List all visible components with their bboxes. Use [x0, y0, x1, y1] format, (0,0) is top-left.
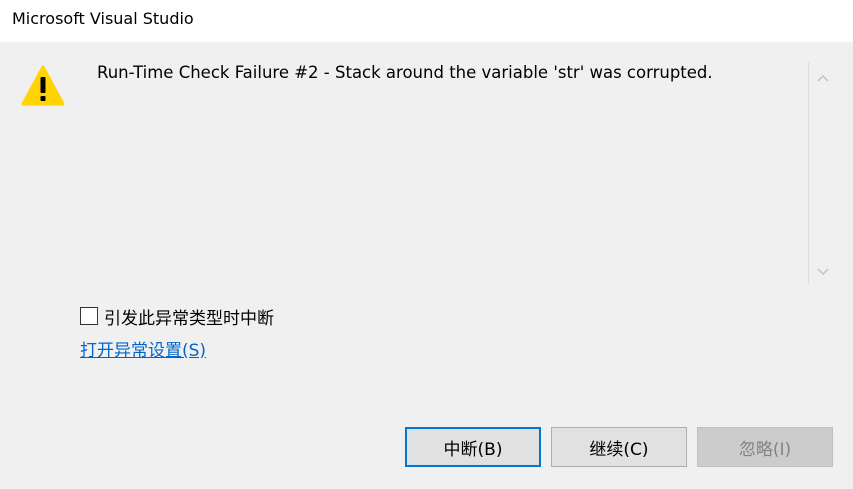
window-title: Microsoft Visual Studio: [12, 9, 194, 28]
open-exception-settings-link[interactable]: 打开异常设置(S): [80, 336, 206, 361]
scroll-down-button[interactable]: [809, 262, 836, 282]
chevron-up-icon: [816, 74, 829, 82]
warning-icon: [21, 65, 65, 106]
break-on-exception-checkbox[interactable]: [80, 307, 98, 325]
continue-button[interactable]: 继续(C): [551, 427, 687, 467]
ignore-button: 忽略(I): [697, 427, 833, 467]
error-message: Run-Time Check Failure #2 - Stack around…: [97, 63, 713, 82]
break-on-exception-label[interactable]: 引发此异常类型时中断: [104, 304, 274, 329]
error-dialog: Microsoft Visual Studio Run-Time Check F…: [0, 0, 853, 489]
chevron-down-icon: [816, 268, 829, 276]
title-bar[interactable]: Microsoft Visual Studio: [0, 0, 853, 42]
break-button[interactable]: 中断(B): [405, 427, 541, 467]
break-on-exception-option[interactable]: 引发此异常类型时中断: [80, 304, 274, 329]
scroll-up-button[interactable]: [809, 68, 836, 88]
message-scrollbar[interactable]: [808, 62, 836, 284]
